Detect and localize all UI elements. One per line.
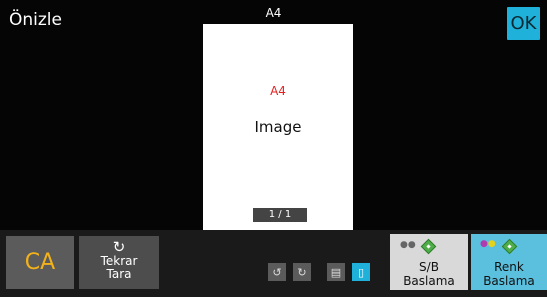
page-list-view-button[interactable]: ▤: [327, 263, 345, 281]
page-image-label: Image: [254, 118, 302, 136]
rescan-label-line2: Tara: [106, 267, 132, 281]
bw-start-label-line1: S/B: [419, 260, 439, 274]
rotate-left-button[interactable]: ↺: [268, 263, 286, 281]
page-size-label: A4: [270, 84, 286, 98]
paper-size-label: A4: [265, 6, 282, 20]
start-diamond-icon: [420, 238, 437, 255]
color-start-label-line2: Baslama: [483, 274, 535, 288]
color-start-button[interactable]: ●● Renk Baslama: [471, 234, 547, 290]
rescan-button[interactable]: ↻ Tekrar Tara: [79, 236, 159, 289]
bw-start-button[interactable]: ●● S/B Baslama: [390, 234, 468, 290]
page-list-icon: ▤: [330, 265, 342, 279]
bw-start-label-line2: Baslama: [403, 274, 455, 288]
bw-dots-icon: ●●: [400, 240, 416, 250]
rotate-right-icon: ↻: [297, 265, 307, 279]
preview-page[interactable]: A4 Image 1 / 1: [203, 24, 353, 236]
page-counter: 1 / 1: [253, 208, 307, 222]
rotate-left-icon: ↺: [272, 265, 282, 279]
rotate-right-button[interactable]: ↻: [293, 263, 311, 281]
page-single-icon: ▯: [357, 265, 365, 279]
preview-screen: Önizle OK A4 A4 Image 1 / 1 CA ↻ Tekrar …: [0, 0, 547, 297]
page-single-view-button[interactable]: ▯: [352, 263, 370, 281]
color-dots-icon: ●●: [480, 239, 496, 249]
clear-all-button[interactable]: CA: [6, 236, 74, 289]
color-start-label-line1: Renk: [494, 260, 524, 274]
start-diamond-icon: [501, 238, 518, 255]
refresh-icon: ↻: [112, 238, 126, 256]
